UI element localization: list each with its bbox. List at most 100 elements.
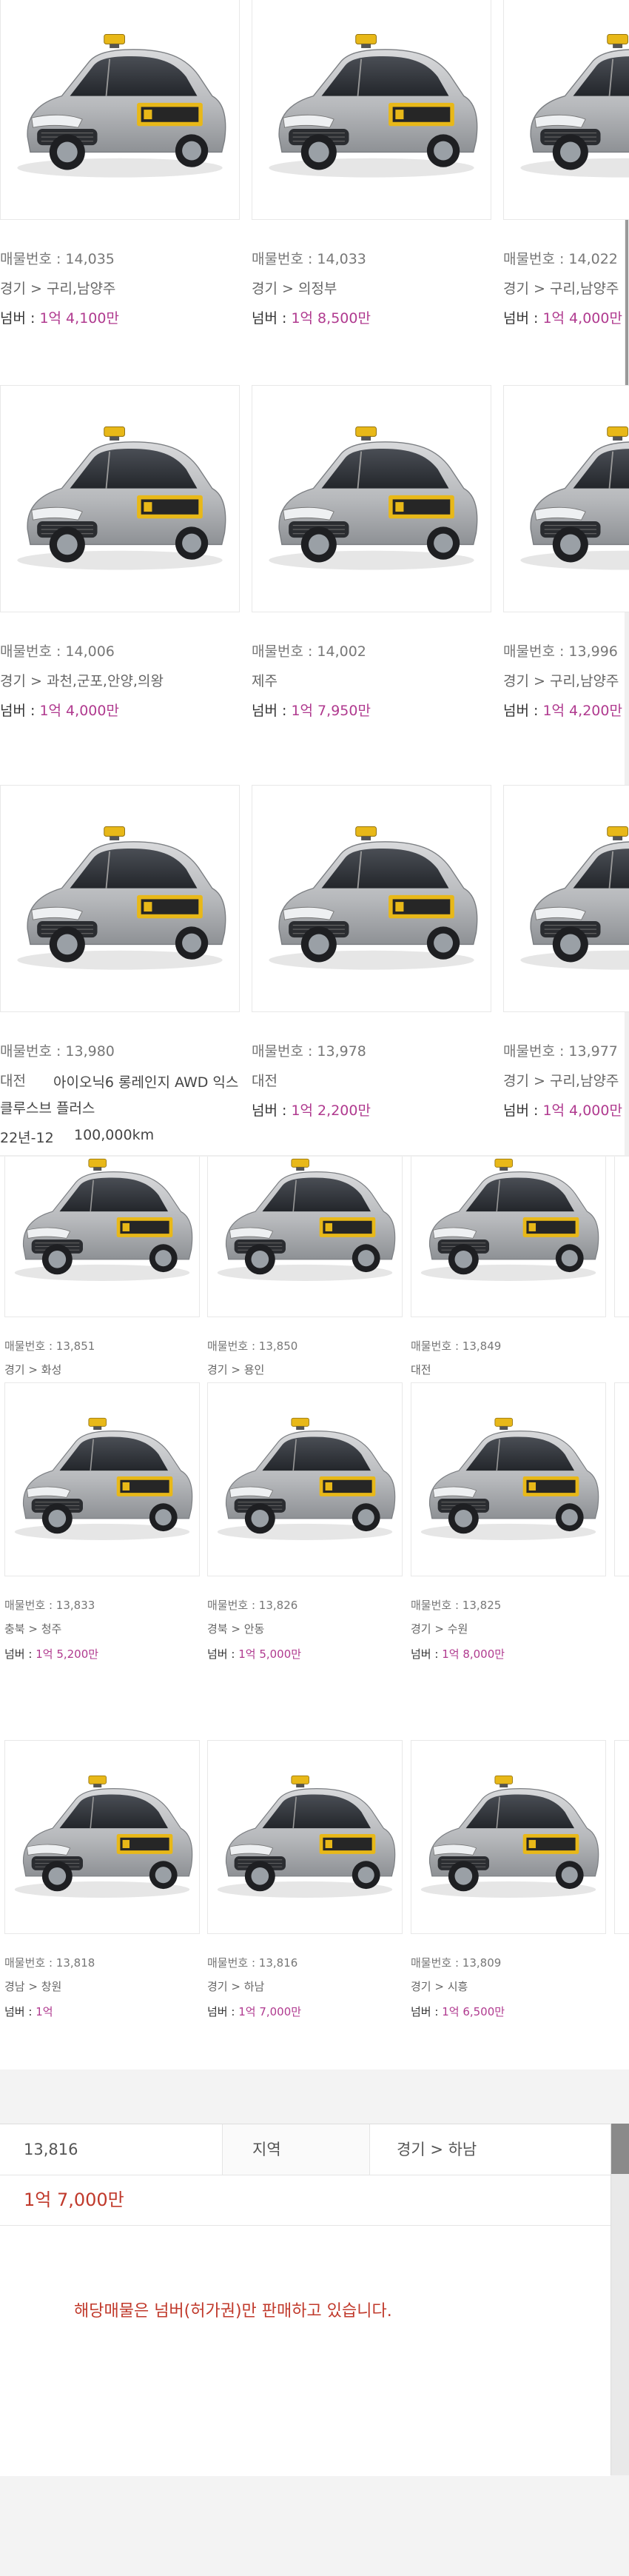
notice-text: 해당매물은 넘버(허가권)만 판매하고 있습니다. (74, 2302, 392, 2321)
listing-location: 경기 > 수원 (411, 1622, 468, 1636)
car-thumbnail[interactable] (4, 1157, 200, 1317)
listing-number: 매물번호 : 13,816 (207, 1956, 298, 1970)
price-value: 1억 8,500만 (291, 310, 371, 327)
price-label: 넘버 : (503, 310, 543, 327)
price-label: 넘버 : (252, 310, 292, 327)
listing-card[interactable]: 매물번호 : 14,033 경기 > 의정부넘버 : 1억 8,500만 (252, 0, 491, 337)
car-thumbnail[interactable] (503, 785, 629, 1012)
taxi-car-image (504, 0, 629, 219)
listing-number: 매물번호 : 14,033 (252, 251, 366, 267)
taxi-car-image (1, 386, 239, 612)
listing-location: 경북 > 안동 (207, 1622, 265, 1636)
listing-location: 경기 > 구리,남양주 (503, 1073, 619, 1089)
price-value: 1억 4,200만 (542, 703, 622, 719)
side-tab-active[interactable] (611, 2124, 629, 2174)
listing-card-partial[interactable] (614, 1157, 629, 1317)
listing-card[interactable]: 매물번호 : 13,816 경기 > 하남 넘버 : 1억 7,000만 (207, 1740, 403, 2044)
detail-row-summary: 13,816 지역 경기 > 하남 (0, 2124, 610, 2175)
price-label: 넘버 : (503, 703, 543, 719)
car-thumbnail[interactable] (252, 0, 491, 220)
car-thumbnail[interactable] (503, 0, 629, 220)
price-value: 1억 (36, 2005, 53, 2018)
car-thumbnail[interactable] (207, 1157, 403, 1317)
car-thumbnail[interactable] (207, 1382, 403, 1576)
car-thumbnail[interactable] (4, 1382, 200, 1576)
listing-price: 넘버 : 1억 5,200만 (4, 1646, 98, 1662)
listing-location: 대전 (0, 1073, 26, 1089)
listing-location: 경기 > 과천,군포,안양,의왕 (0, 673, 164, 689)
listing-card-partial[interactable] (614, 1740, 629, 1934)
listing-location: 경기 > 의정부 (252, 281, 337, 297)
listing-price: 넘버 : 1억 7,950만 (252, 700, 371, 720)
listing-card[interactable]: 매물번호 : 13,833 충북 > 청주 넘버 : 1억 5,200만 (4, 1382, 200, 1686)
listing-card[interactable]: 매물번호 : 14,022 경기 > 구리,남양주 넘버 : 1억 4,000만 (503, 0, 629, 337)
price-value: 1억 4,000만 (542, 310, 622, 327)
car-thumbnail[interactable] (0, 0, 240, 220)
detail-notice: 해당매물은 넘버(허가권)만 판매하고 있습니다. (0, 2225, 610, 2476)
price-value: 1억 5,200만 (36, 1647, 99, 1661)
listing-location: 경기 > 구리,남양주 (0, 281, 116, 297)
listing-location: 대전 (411, 1363, 431, 1376)
listing-card[interactable]: 매물번호 : 14,035 경기 > 구리,남양주 넘버 : 1억 4,100만 (0, 0, 240, 337)
car-thumbnail[interactable] (207, 1740, 403, 1934)
car-thumbnail[interactable] (0, 785, 240, 1012)
listing-number: 매물번호 : 14,006 (0, 643, 115, 660)
price-label: 넘버 : (503, 1103, 543, 1119)
listing-card[interactable]: 매물번호 : 14,002 제주넘버 : 1억 7,950만 (252, 385, 491, 729)
listing-price: 넘버 : 1억 (4, 2004, 53, 2019)
listing-card[interactable]: 매물번호 : 13,818 경남 > 창원 넘버 : 1억 (4, 1740, 200, 2044)
car-thumbnail[interactable] (0, 385, 240, 612)
detail-listing-number: 13,816 (24, 2141, 78, 2158)
car-thumbnail[interactable] (4, 1740, 200, 1934)
detail-price: 1억 7,000만 (24, 2189, 124, 2210)
price-label: 넘버 : (252, 703, 292, 719)
price-value: 1억 7,000만 (238, 2005, 302, 2018)
listing-location: 경기 > 하남 (207, 1980, 265, 1993)
car-thumbnail[interactable] (411, 1740, 606, 1934)
car-thumbnail[interactable] (411, 1157, 606, 1317)
price-value: 1억 7,950만 (291, 703, 371, 719)
detail-table: 13,816 지역 경기 > 하남 1억 7,000만 해당매물은 넘버(허가권… (0, 2124, 610, 2476)
car-thumbnail[interactable] (252, 385, 491, 612)
car-thumbnail[interactable] (252, 785, 491, 1012)
listing-number: 매물번호 : 13,825 (411, 1599, 502, 1612)
price-label: 넘버 : (0, 703, 40, 719)
listing-price: 넘버 : 1억 8,500만 (252, 307, 371, 327)
listing-price: 넘버 : 1억 6,500만 (411, 2004, 505, 2019)
listing-grid-small: 매물번호 : 13,851경기 > 화성넘버 : 2억 2,000만매물번호 :… (0, 1157, 629, 2070)
price-value: 1억 8,000만 (442, 1647, 505, 1661)
listing-price: 넘버 : 1억 4,000만 (503, 1100, 622, 1120)
listing-card[interactable]: 매물번호 : 13,977 경기 > 구리,남양주넘버 : 1억 4,000만 (503, 785, 629, 1129)
listing-number: 매물번호 : 13,996 (503, 643, 618, 660)
taxi-car-image (252, 0, 491, 219)
detail-side-tab[interactable] (610, 2124, 629, 2475)
listing-card[interactable]: 매물번호 : 13,809 경기 > 시흥 넘버 : 1억 6,500만 (411, 1740, 606, 2044)
listing-card[interactable]: 매물번호 : 13,996 경기 > 구리,남양주 넘버 : 1억 4,200만 (503, 385, 629, 729)
listing-card-partial[interactable] (614, 1382, 629, 1576)
listing-number: 매물번호 : 13,851 (4, 1339, 95, 1353)
price-value: 1억 6,500만 (442, 2005, 505, 2018)
price-value: 1억 4,000만 (39, 703, 119, 719)
listing-price: 넘버 : 1억 8,000만 (411, 1646, 505, 1662)
listing-price: 넘버 : 1억 4,000만 (0, 700, 119, 720)
listing-card[interactable]: 매물번호 : 14,006 경기 > 과천,군포,안양,의왕넘버 : 1억 4,0… (0, 385, 240, 729)
listing-number: 매물번호 : 14,022 (503, 251, 618, 267)
listing-location: 제주 (252, 673, 278, 689)
listing-card[interactable]: 매물번호 : 13,978 대전 넘버 : 1억 2,200만 (252, 785, 491, 1129)
price-label: 넘버 : (207, 1647, 239, 1661)
taxi-car-image (5, 1383, 199, 1576)
overlay-trim: 클루스브 플러스 (0, 1100, 95, 1117)
car-thumbnail[interactable] (411, 1382, 606, 1576)
listing-price: 넘버 : 1억 2,200만 (252, 1100, 371, 1120)
listing-location: 대전 (252, 1073, 278, 1089)
taxi-car-image (252, 386, 491, 612)
listing-number: 매물번호 : 13,977 (503, 1043, 618, 1060)
overlay-model: 아이오닉6 롱레인지 AWD 익스 (53, 1074, 239, 1091)
price-value: 1억 4,000만 (542, 1103, 622, 1119)
listing-price: 넘버 : 1억 4,000만 (503, 307, 622, 327)
listing-card[interactable]: 매물번호 : 13,825 경기 > 수원넘버 : 1억 8,000만 (411, 1382, 606, 1686)
listing-card[interactable]: 매물번호 : 13,826 경북 > 안동 넘버 : 1억 5,000만 (207, 1382, 403, 1686)
listing-number: 매물번호 : 13,833 (4, 1599, 95, 1612)
listing-number: 매물번호 : 14,002 (252, 643, 366, 660)
car-thumbnail[interactable] (503, 385, 629, 612)
